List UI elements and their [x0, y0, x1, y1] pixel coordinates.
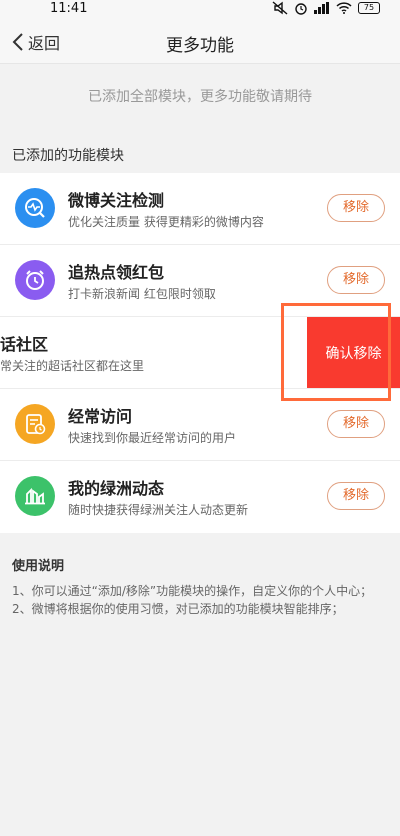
- page-title: 更多功能: [166, 36, 234, 56]
- status-icons: 75: [272, 1, 380, 15]
- module-row-super-topic: 话社区 常关注的超话社区都在这里 确认移除: [0, 317, 400, 389]
- alarm-icon: [295, 3, 307, 15]
- mute-icon: [272, 1, 288, 15]
- module-title: 经常访问: [68, 407, 133, 426]
- module-desc: 打卡新浪新闻 红包限时领取: [68, 287, 216, 301]
- section-label: 已添加的功能模块: [12, 148, 124, 164]
- module-title: 微博关注检测: [68, 191, 165, 210]
- usage-line: 2、微博将根据你的使用习惯，对已添加的功能模块智能排序；: [12, 602, 344, 616]
- module-list: 微博关注检测 优化关注质量 获得更精彩的微博内容 移除 追热点领红包 打卡新浪新…: [0, 173, 400, 533]
- status-time: 11:41: [50, 1, 88, 16]
- module-row-follow-check: 微博关注检测 优化关注质量 获得更精彩的微博内容 移除: [0, 173, 400, 245]
- wifi-icon: [336, 2, 352, 14]
- remove-button[interactable]: 移除: [327, 266, 385, 294]
- oasis-icon: [15, 476, 55, 516]
- module-row-oasis: 我的绿洲动态 随时快捷获得绿洲关注人动态更新 移除: [0, 461, 400, 533]
- module-desc: 优化关注质量 获得更精彩的微博内容: [68, 215, 264, 229]
- alarm-clock-icon: [15, 260, 55, 300]
- pulse-icon: [15, 188, 55, 228]
- module-desc: 随时快捷获得绿洲关注人动态更新: [68, 503, 249, 517]
- module-title: 话社区: [0, 335, 49, 354]
- signal-icon: [314, 2, 329, 14]
- confirm-remove-button[interactable]: 确认移除: [307, 317, 400, 388]
- recent-visit-icon: [15, 404, 55, 444]
- nav-bar: 返回 更多功能: [0, 20, 400, 64]
- module-title: 追热点领红包: [68, 263, 165, 282]
- remove-button[interactable]: 移除: [327, 410, 385, 438]
- module-row-recent-visit: 经常访问 快速找到你最近经常访问的用户 移除: [0, 389, 400, 461]
- status-bar: 11:41 75: [0, 0, 400, 20]
- battery-icon: 75: [358, 2, 380, 14]
- notice-text: 已添加全部模块，更多功能敬请期待: [88, 89, 312, 105]
- remove-button[interactable]: 移除: [327, 194, 385, 222]
- module-desc: 快速找到你最近经常访问的用户: [68, 431, 237, 445]
- usage-title: 使用说明: [12, 559, 65, 574]
- module-row-hot-redpacket: 追热点领红包 打卡新浪新闻 红包限时领取 移除: [0, 245, 400, 317]
- module-title: 我的绿洲动态: [68, 479, 165, 498]
- remove-button[interactable]: 移除: [327, 482, 385, 510]
- module-desc: 常关注的超话社区都在这里: [0, 359, 145, 373]
- usage-line: 1、你可以通过“添加/移除”功能模块的操作，自定义你的个人中心；: [12, 584, 373, 598]
